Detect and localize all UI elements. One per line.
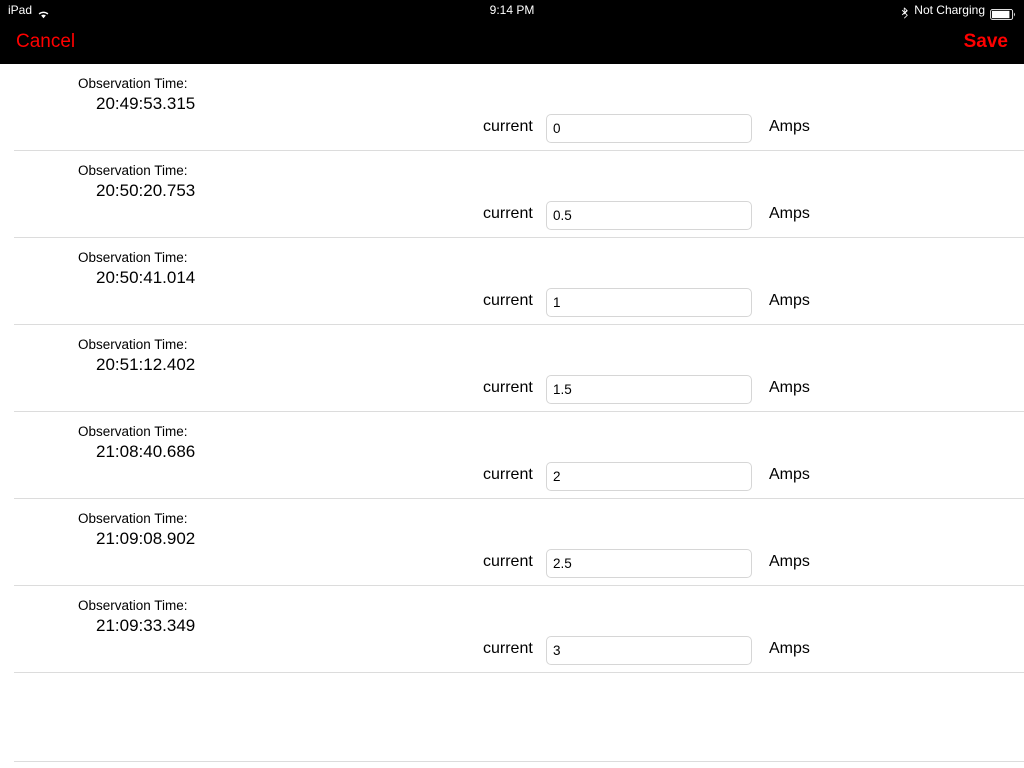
- units-label: Amps: [769, 118, 810, 135]
- current-input[interactable]: [546, 288, 752, 317]
- table-row: Observation Time: 20:50:41.014 current Amps: [0, 238, 1024, 325]
- table-row: Observation Time: 20:50:20.753 current Amps: [0, 151, 1024, 238]
- current-input[interactable]: [546, 549, 752, 578]
- current-input[interactable]: [546, 201, 752, 230]
- status-bar-clock: 9:14 PM: [489, 3, 535, 17]
- table-row: Observation Time: 21:09:33.349 current Amps: [0, 586, 1024, 673]
- navigation-bar: Cancel Save: [0, 20, 1024, 64]
- charging-status-label: Not Charging: [914, 3, 985, 17]
- units-label: Amps: [769, 640, 810, 657]
- table-row: Observation Time: 21:08:40.686 current Amps: [0, 412, 1024, 499]
- save-button[interactable]: Save: [964, 20, 1008, 64]
- observation-time-label: Observation Time:: [78, 76, 188, 91]
- observation-table: Observation Time: 20:49:53.315 current Amps…: [0, 64, 1024, 762]
- units-label: Amps: [769, 205, 810, 222]
- battery-icon: [990, 6, 1016, 20]
- current-label: current: [483, 118, 533, 135]
- table-row: Observation Time: 20:51:12.402 current Amps: [0, 325, 1024, 412]
- observation-time-label: Observation Time:: [78, 337, 188, 352]
- current-input[interactable]: [546, 114, 752, 143]
- table-row: Observation Time: 20:49:53.315 current Amps: [0, 64, 1024, 151]
- current-label: current: [483, 553, 533, 570]
- status-bar-right: Not Charging: [901, 0, 1016, 20]
- observation-time-label: Observation Time:: [78, 511, 188, 526]
- table-row: Observation Time: 21:09:08.902 current Amps: [0, 499, 1024, 586]
- current-input[interactable]: [546, 636, 752, 665]
- observation-time-label: Observation Time:: [78, 163, 188, 178]
- app-root: iPad 9:14 PM Not Charging Cancel Save Ob…: [0, 0, 1024, 768]
- units-label: Amps: [769, 292, 810, 309]
- observation-time-value: 21:09:08.902: [96, 529, 196, 548]
- current-input[interactable]: [546, 462, 752, 491]
- current-label: current: [483, 466, 533, 483]
- current-label: current: [483, 205, 533, 222]
- units-label: Amps: [769, 379, 810, 396]
- observation-time-value: 20:49:53.315: [96, 94, 196, 113]
- bluetooth-icon: [901, 5, 909, 19]
- observation-time-value: 21:08:40.686: [96, 442, 196, 461]
- observation-time-value: 20:50:41.014: [96, 268, 196, 287]
- observation-time-value: 20:51:12.402: [96, 355, 196, 374]
- current-input[interactable]: [546, 375, 752, 404]
- units-label: Amps: [769, 466, 810, 483]
- observation-time-value: 20:50:20.753: [96, 181, 196, 200]
- units-label: Amps: [769, 553, 810, 570]
- current-label: current: [483, 379, 533, 396]
- observation-time-label: Observation Time:: [78, 598, 188, 613]
- observation-time-label: Observation Time:: [78, 424, 188, 439]
- current-label: current: [483, 292, 533, 309]
- observation-time-value: 21:09:33.349: [96, 616, 196, 635]
- cancel-button[interactable]: Cancel: [16, 20, 75, 64]
- status-bar: iPad 9:14 PM Not Charging: [0, 0, 1024, 20]
- current-label: current: [483, 640, 533, 657]
- table-row-empty: [0, 673, 1024, 762]
- observation-time-label: Observation Time:: [78, 250, 188, 265]
